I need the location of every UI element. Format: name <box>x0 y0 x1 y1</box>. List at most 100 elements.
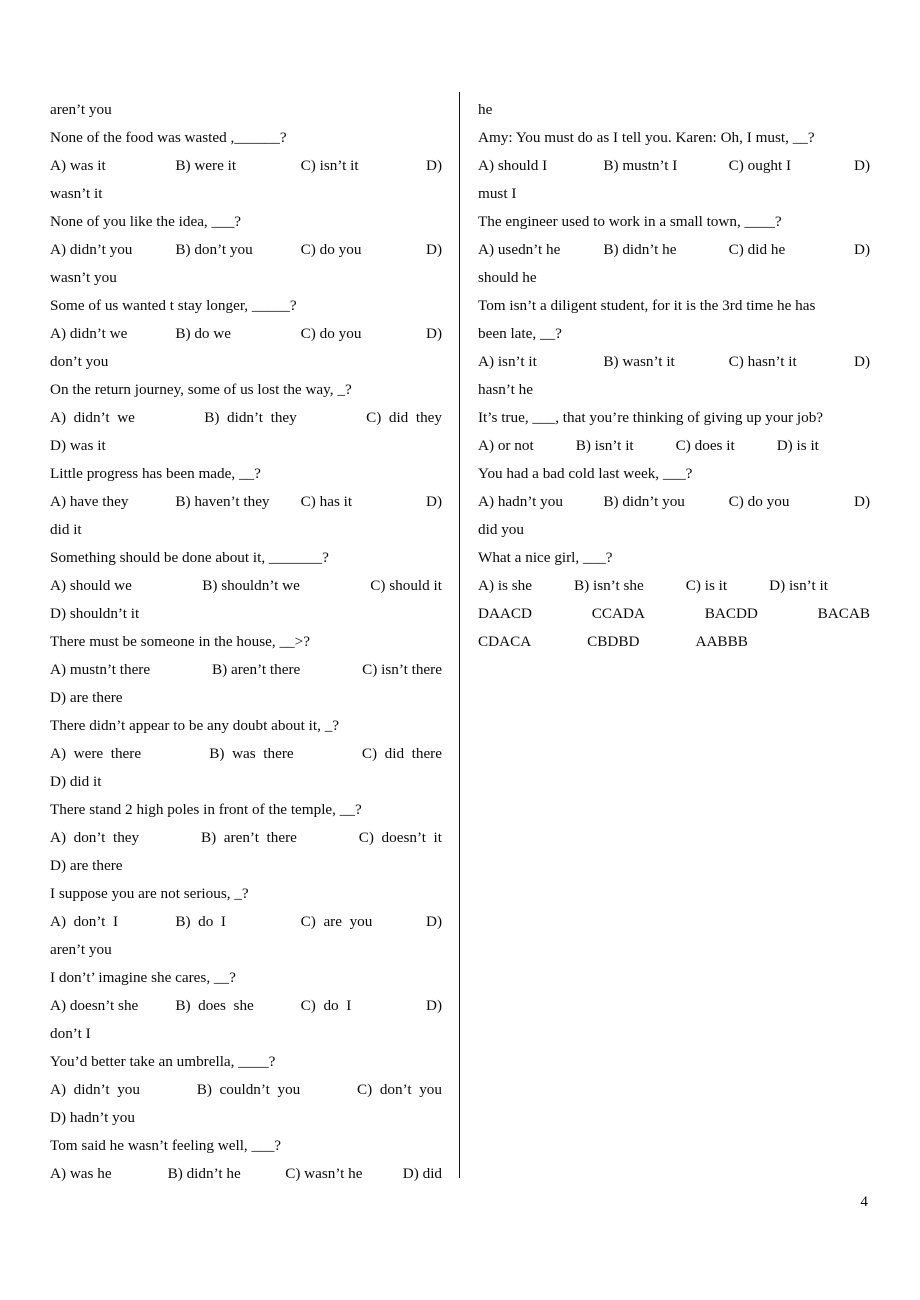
option-choice[interactable]: A) usedn’t he <box>478 236 603 264</box>
option-choice[interactable]: C) don’t you <box>357 1076 442 1104</box>
option-choice[interactable]: B) couldn’t you <box>197 1076 301 1104</box>
option-choice[interactable]: A) didn’t you <box>50 1076 140 1104</box>
option-choice[interactable]: A) don’t they <box>50 824 139 852</box>
option-row: A) didn’t we B) do we C) do you D) <box>50 320 442 348</box>
option-choice[interactable]: A) hadn’t you <box>478 488 603 516</box>
option-choice[interactable]: B) do we <box>175 320 300 348</box>
option-choice[interactable]: D) <box>854 348 870 376</box>
option-choice[interactable]: D) <box>426 488 442 516</box>
option-choice[interactable]: B) didn’t he <box>603 236 728 264</box>
option-choice[interactable]: A) didn’t we <box>50 320 175 348</box>
option-choice[interactable]: C) has it <box>301 488 426 516</box>
option-choice[interactable]: C) do you <box>301 236 426 264</box>
question-line: did it <box>50 521 82 538</box>
option-choice[interactable]: B) do I <box>175 908 300 936</box>
option-row: A) should we B) shouldn’t we C) should it <box>50 572 442 600</box>
option-choice[interactable]: C) doesn’t it <box>359 824 442 852</box>
option-choice[interactable]: A) isn’t it <box>478 348 603 376</box>
option-choice[interactable]: D) <box>854 236 870 264</box>
question-line-justified: Tom isn’t a diligent student, for it is … <box>478 297 816 314</box>
option-choice[interactable]: B) don’t you <box>175 236 300 264</box>
question-line: must I <box>478 185 517 202</box>
question-line: wasn’t it <box>50 185 103 202</box>
question-line: don’t you <box>50 353 109 370</box>
option-choice[interactable]: C) does it <box>676 432 735 460</box>
option-choice[interactable]: B) didn’t he <box>168 1160 286 1188</box>
option-choice[interactable]: A) is she <box>478 572 532 600</box>
option-choice[interactable]: D) is it <box>777 432 819 460</box>
question-line: Amy: You must do as I tell you. Karen: O… <box>478 129 815 146</box>
question-line: On the return journey, some of us lost t… <box>50 381 352 398</box>
option-choice[interactable]: C) is it <box>686 572 727 600</box>
option-choice[interactable]: A) were there <box>50 740 141 768</box>
option-choice[interactable]: C) wasn’t he <box>285 1160 403 1188</box>
option-choice[interactable]: B) haven’t they <box>175 488 300 516</box>
option-choice[interactable]: C) isn’t it <box>301 152 426 180</box>
option-choice[interactable]: A) have they <box>50 488 175 516</box>
option-choice[interactable]: B) isn’t it <box>576 432 634 460</box>
option-choice[interactable]: C) do I <box>301 992 426 1020</box>
question-line: Some of us wanted t stay longer, _____? <box>50 297 297 314</box>
option-choice[interactable]: C) are you <box>301 908 426 936</box>
option-choice[interactable]: B) was there <box>209 740 293 768</box>
option-choice[interactable]: B) does she <box>175 992 300 1020</box>
question-line: hasn’t he <box>478 381 533 398</box>
option-choice[interactable]: D) did <box>403 1160 442 1188</box>
question-line: Little progress has been made, __? <box>50 465 261 482</box>
question-line: D) was it <box>50 437 106 454</box>
option-choice[interactable]: B) shouldn’t we <box>202 572 300 600</box>
option-choice[interactable]: C) did they <box>366 404 442 432</box>
option-choice[interactable]: A) mustn’t there <box>50 656 150 684</box>
question-line: I don’t’ imagine she cares, __? <box>50 969 236 986</box>
option-choice[interactable]: C) did there <box>362 740 442 768</box>
question-line: D) did it <box>50 773 102 790</box>
option-choice[interactable]: B) didn’t you <box>603 488 728 516</box>
option-choice[interactable]: D) <box>854 488 870 516</box>
option-choice[interactable]: D) <box>426 992 442 1020</box>
option-choice[interactable]: B) were it <box>175 152 300 180</box>
question-line: The engineer used to work in a small tow… <box>478 213 782 230</box>
question-line: wasn’t you <box>50 269 117 286</box>
question-line: There stand 2 high poles in front of the… <box>50 801 362 818</box>
answer-key-group: AABBB <box>695 633 748 650</box>
option-choice[interactable]: A) was it <box>50 152 175 180</box>
option-choice[interactable]: B) aren’t there <box>201 824 297 852</box>
option-choice[interactable]: C) do you <box>729 488 854 516</box>
option-choice[interactable]: D) <box>426 320 442 348</box>
question-line: aren’t you <box>50 101 112 118</box>
option-row: A) was he B) didn’t he C) wasn’t he D) did <box>50 1160 442 1188</box>
option-choice[interactable]: B) aren’t there <box>212 656 300 684</box>
option-choice[interactable]: D) <box>426 152 442 180</box>
option-choice[interactable]: C) isn’t there <box>362 656 442 684</box>
option-choice[interactable]: A) didn’t you <box>50 236 175 264</box>
option-choice[interactable]: D) isn’t it <box>769 572 828 600</box>
option-choice[interactable]: A) doesn’t she <box>50 992 175 1020</box>
option-choice[interactable]: B) didn’t they <box>204 404 297 432</box>
option-choice[interactable]: A) or not <box>478 432 534 460</box>
option-choice[interactable]: C) do you <box>301 320 426 348</box>
option-choice[interactable]: B) mustn’t I <box>603 152 728 180</box>
option-row: A) doesn’t she B) does she C) do I D) <box>50 992 442 1020</box>
option-choice[interactable]: A) should I <box>478 152 603 180</box>
option-choice[interactable]: B) isn’t she <box>574 572 644 600</box>
question-line: It’s true, ___, that you’re thinking of … <box>478 409 824 426</box>
option-choice[interactable]: C) should it <box>370 572 442 600</box>
option-row: A) is she B) isn’t she C) is it D) isn’t it <box>478 572 870 600</box>
option-choice[interactable]: C) hasn’t it <box>729 348 854 376</box>
option-choice[interactable]: C) ought I <box>729 152 854 180</box>
option-choice[interactable]: C) did he <box>729 236 854 264</box>
option-choice[interactable]: D) <box>854 152 870 180</box>
option-choice[interactable]: A) should we <box>50 572 132 600</box>
option-choice[interactable]: D) <box>426 908 442 936</box>
option-choice[interactable]: A) don’t I <box>50 908 175 936</box>
option-choice[interactable]: B) wasn’t it <box>603 348 728 376</box>
question-line: None of the food was wasted ,______? <box>50 129 287 146</box>
answer-key-group: DAACD <box>478 605 533 622</box>
question-line: Something should be done about it, _____… <box>50 549 329 566</box>
option-choice[interactable]: A) was he <box>50 1160 168 1188</box>
option-choice[interactable]: D) <box>426 236 442 264</box>
option-choice[interactable]: A) didn’t we <box>50 404 135 432</box>
option-row: A) mustn’t there B) aren’t there C) isn’t … <box>50 656 442 684</box>
column-divider-rule <box>459 92 460 1178</box>
option-row: A) were there B) was there C) did there <box>50 740 442 768</box>
